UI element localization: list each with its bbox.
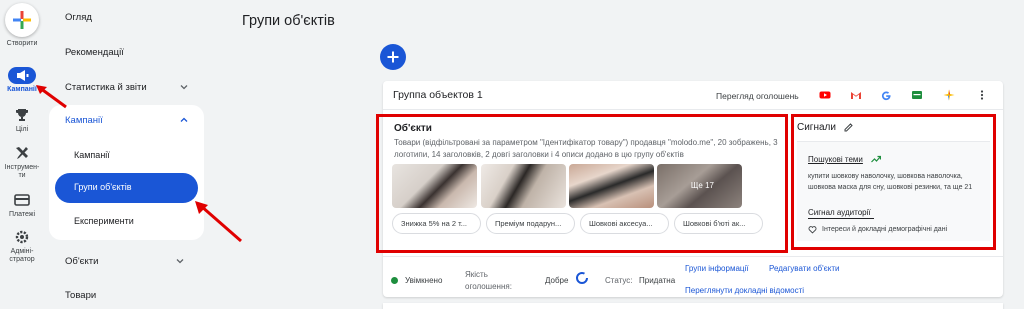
- nav-overview[interactable]: Огляд: [65, 12, 92, 23]
- nav-products[interactable]: Товари: [65, 290, 96, 301]
- credit-card-icon[interactable]: [14, 192, 30, 208]
- billing-label[interactable]: Платежі: [0, 211, 44, 219]
- google-icon[interactable]: [880, 89, 892, 101]
- nav-assets[interactable]: Об'єкти: [65, 256, 98, 267]
- status-enabled[interactable]: Увімкнено: [405, 275, 442, 286]
- view-details-link[interactable]: Переглянути докладні відомості: [685, 286, 804, 295]
- page-title: Групи об'єктів: [242, 13, 335, 29]
- nav-recommendations[interactable]: Рекомендації: [65, 47, 124, 58]
- admin-label-2[interactable]: стратор: [0, 256, 44, 264]
- annotation-box-signals: [791, 114, 996, 250]
- status-bar: Увімкнено Якість оголошення: Добре Стату…: [383, 256, 1003, 297]
- annotation-arrow: [195, 201, 242, 243]
- left-rail: Створити Кампанії Цілі Інструмен- ти Пла…: [0, 0, 44, 309]
- status-label: Статус:: [605, 276, 633, 285]
- status-value: Придатна: [639, 276, 676, 285]
- asset-group-title[interactable]: Группа объектов 1: [393, 89, 483, 101]
- card-divider: [383, 109, 1003, 110]
- chevron-up-icon[interactable]: [180, 116, 188, 124]
- youtube-icon[interactable]: [819, 89, 831, 101]
- ad-strength-label-1: Якість: [465, 270, 488, 279]
- plus-icon: [13, 11, 31, 29]
- more-vert-icon[interactable]: [976, 89, 988, 101]
- add-asset-group-button[interactable]: [380, 44, 406, 70]
- strength-ring-icon: [576, 272, 588, 284]
- nav-sub-experiments[interactable]: Експерименти: [74, 216, 134, 226]
- nav-sub-asset-groups-pill[interactable]: Групи об'єктів: [55, 173, 198, 203]
- nav-sub-campaigns[interactable]: Кампанії: [74, 150, 110, 160]
- admin-label-1[interactable]: Адміні-: [0, 248, 44, 256]
- create-label: Створити: [6, 40, 38, 47]
- nav-campaigns-section[interactable]: Кампанії: [65, 115, 103, 126]
- annotation-box-assets: [376, 114, 788, 253]
- annotation-arrow: [36, 85, 67, 109]
- chevron-down-icon[interactable]: [180, 83, 188, 91]
- tools-label-1[interactable]: Інструмен-: [0, 164, 44, 172]
- ad-preview-label: Перегляд оголошень: [716, 91, 799, 101]
- nav-sub-asset-groups[interactable]: Групи об'єктів: [74, 182, 132, 192]
- gear-icon[interactable]: [14, 229, 30, 245]
- tools-icon[interactable]: [14, 145, 30, 161]
- goals-label[interactable]: Цілі: [0, 126, 44, 134]
- status-divider: [383, 256, 1003, 257]
- ad-strength-value: Добре: [545, 276, 569, 285]
- discover-icon[interactable]: [943, 89, 955, 101]
- status-dot: [391, 277, 398, 284]
- nav-stats[interactable]: Статистика й звіти: [65, 82, 147, 93]
- edit-assets-link[interactable]: Редагувати об'єкти: [769, 264, 839, 273]
- display-icon[interactable]: [911, 89, 923, 101]
- plus-icon: [387, 51, 399, 63]
- ad-strength-label-2: оголошення:: [465, 282, 512, 291]
- gmail-icon[interactable]: [850, 89, 862, 101]
- info-groups-link[interactable]: Групи інформації: [685, 264, 748, 273]
- trophy-icon[interactable]: [14, 107, 30, 123]
- tools-label-2[interactable]: ти: [0, 172, 44, 180]
- next-card: [383, 303, 1003, 309]
- create-button[interactable]: [5, 3, 39, 37]
- chevron-down-icon[interactable]: [176, 257, 184, 265]
